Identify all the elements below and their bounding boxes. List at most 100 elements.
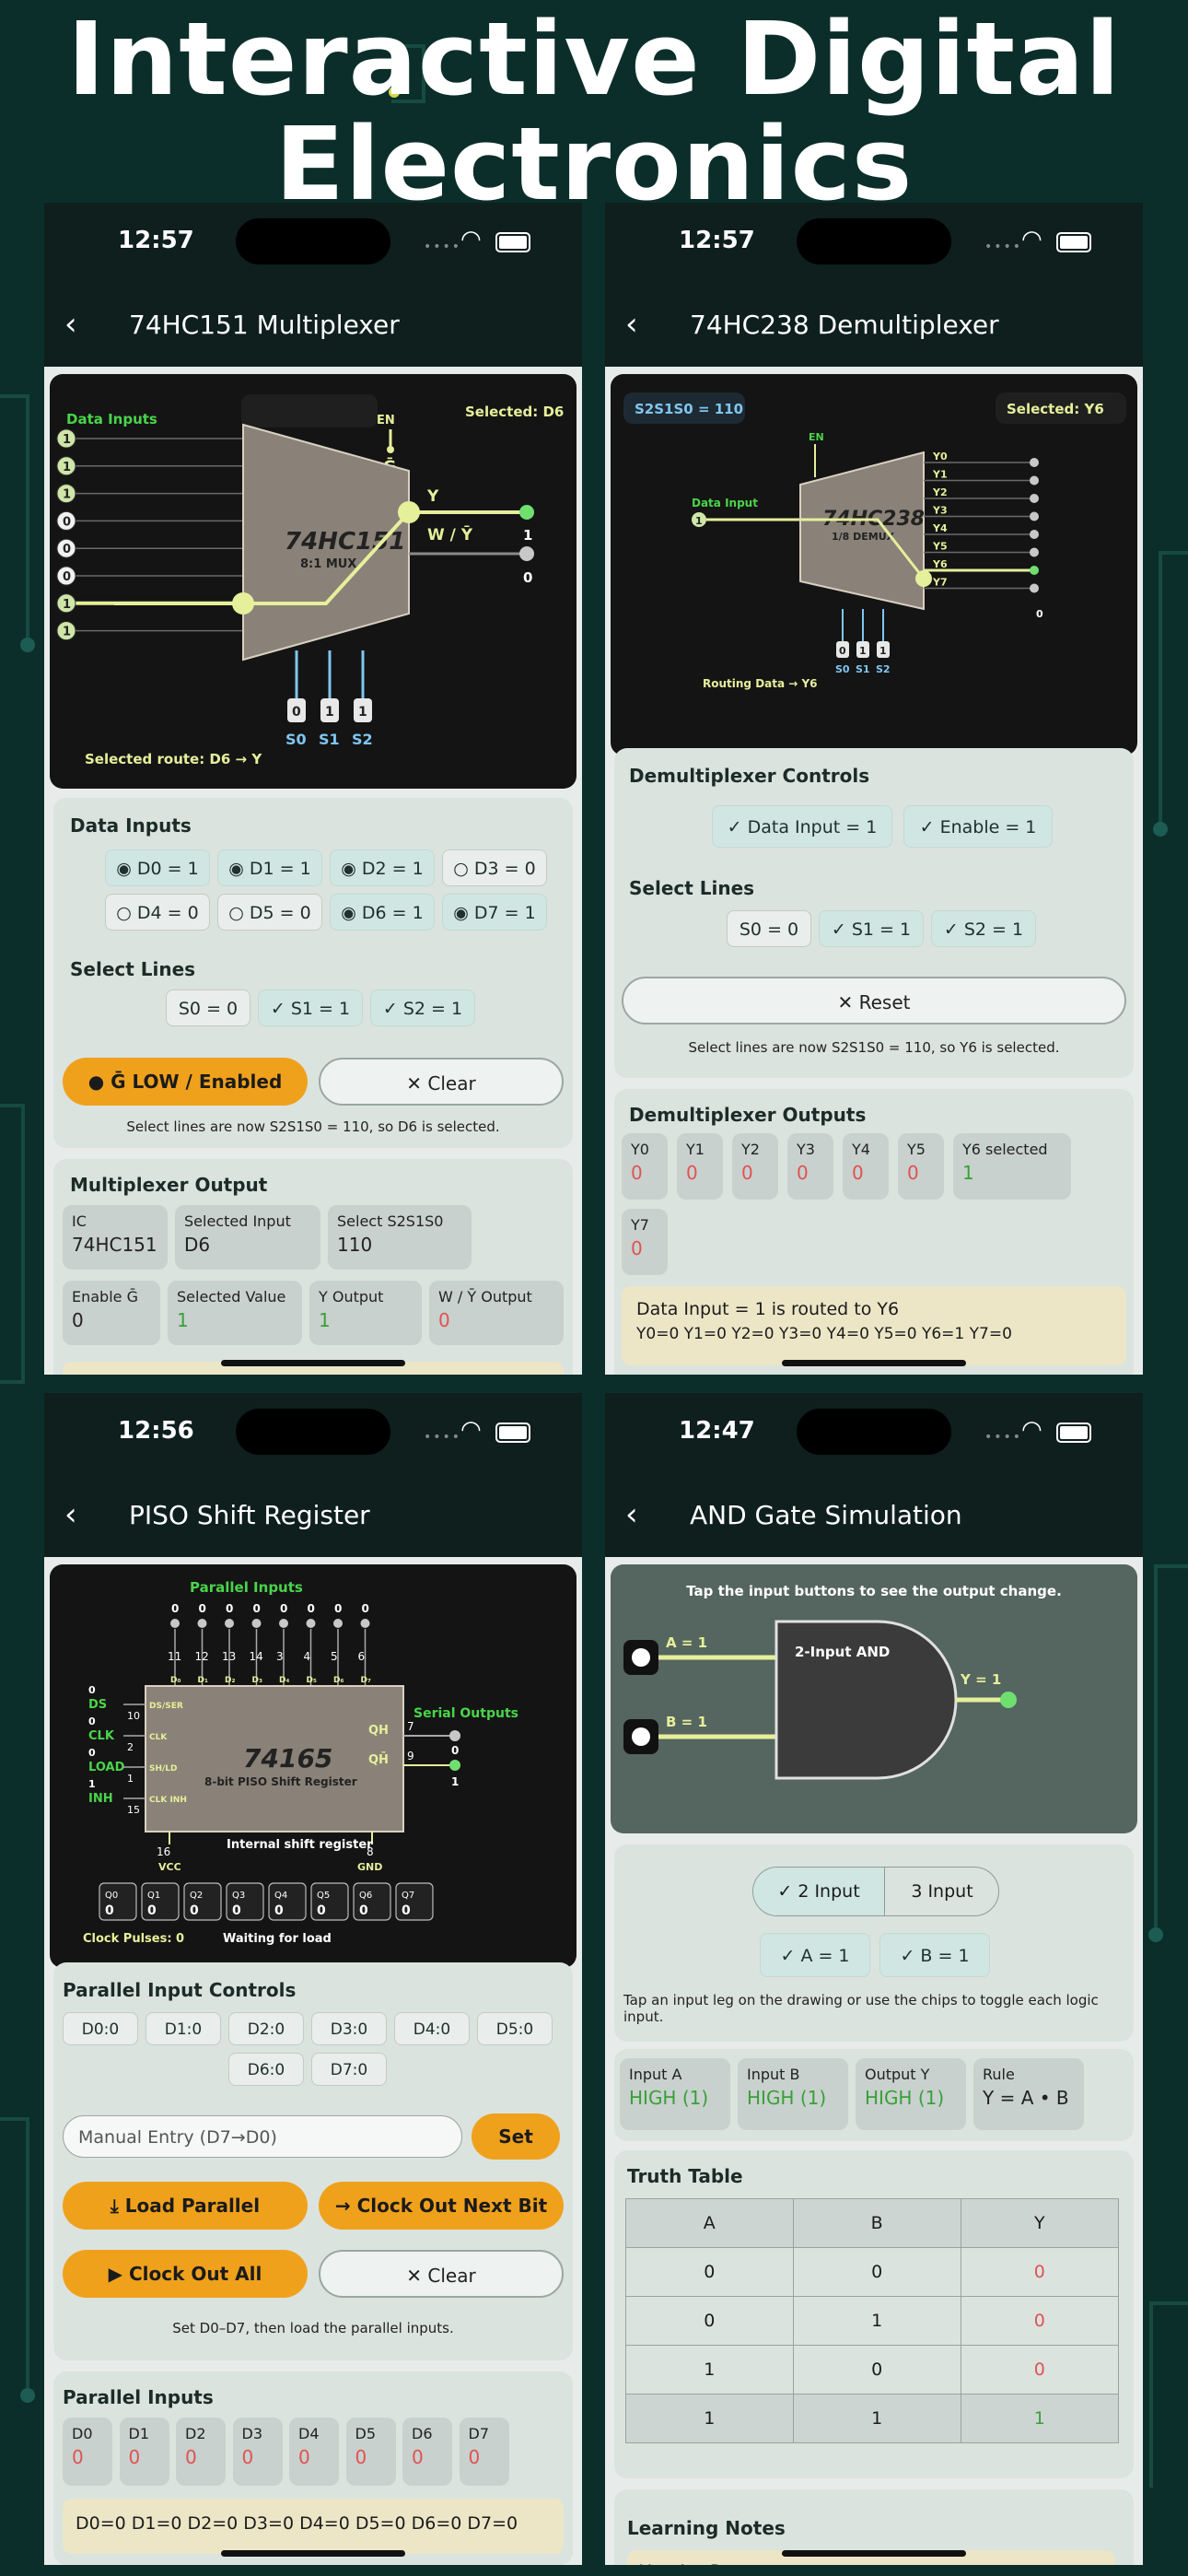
left-pin-name[interactable]: DS [88, 1698, 107, 1712]
output-label: Y1 [932, 469, 948, 481]
chip-a[interactable]: ✓ A = 1 [760, 1933, 870, 1977]
b-label: B = 1 [666, 1714, 707, 1730]
chip-d5[interactable]: ○ D5 = 0 [217, 894, 322, 931]
left-pin-name[interactable]: LOAD [88, 1761, 125, 1774]
enable-button[interactable]: ● Ḡ LOW / Enabled [63, 1058, 308, 1106]
chip-d1[interactable]: ◉ D1 = 1 [217, 849, 322, 886]
load-parallel-button[interactable]: ⤓ Load Parallel [63, 2182, 308, 2230]
chip-s0[interactable]: S0 = 0 [727, 910, 811, 947]
clock-next-button[interactable]: → Clock Out Next Bit [319, 2182, 564, 2230]
chip-d0[interactable]: ◉ D0 = 1 [105, 849, 210, 886]
left-pin-name[interactable]: CLK [88, 1729, 115, 1743]
chip-parallel-bit[interactable]: D1:0 [146, 2012, 221, 2045]
chip-parallel-bit[interactable]: D7:0 [311, 2053, 387, 2086]
parallel-led[interactable] [333, 1619, 343, 1628]
chip-sub: 8-bit PISO Shift Register [204, 1775, 357, 1788]
chip-d3[interactable]: ○ D3 = 0 [442, 849, 547, 886]
chip-data-input[interactable]: ✓ Data Input = 1 [712, 805, 892, 848]
back-chevron-icon[interactable]: ‹ [625, 1496, 638, 1533]
chip-s0[interactable]: S0 = 0 [166, 989, 250, 1026]
nav-bar: ‹ PISO Shift Register [44, 1476, 582, 1557]
set-button[interactable]: Set [472, 2113, 560, 2160]
table-row: 111 [625, 2394, 1120, 2443]
parallel-led[interactable] [360, 1619, 370, 1628]
chip-d4[interactable]: ○ D4 = 0 [105, 894, 210, 931]
chip-enable[interactable]: ✓ Enable = 1 [903, 805, 1053, 848]
clear-button[interactable]: ✕ Clear [319, 2250, 564, 2298]
parallel-led[interactable] [225, 1619, 234, 1628]
q-cell-value: 0 [147, 1903, 157, 1918]
table-cell: 1 [625, 2345, 794, 2395]
selected-badge: Selected: Y6 [1007, 401, 1104, 417]
chip-parallel-bit[interactable]: D5:0 [477, 2012, 553, 2045]
chip-s1[interactable]: ✓ S1 = 1 [258, 989, 363, 1026]
select-bit: 1 [325, 705, 334, 720]
chip-parallel-bit[interactable]: D0:0 [63, 2012, 138, 2045]
wifi-icon: ◠ [460, 1416, 482, 1444]
code-badge: S2S1S0 = 110 [635, 401, 743, 417]
chip-parallel-bit[interactable]: D4:0 [394, 2012, 470, 2045]
clear-button[interactable]: ✕ Clear [319, 1058, 564, 1106]
qh-value: 0 [451, 1744, 459, 1757]
summary-line-2: Y0=0 Y1=0 Y2=0 Y3=0 Y4=0 Y5=0 Y6=1 Y7=0 [636, 1325, 1012, 1343]
reset-button[interactable]: ✕ Reset [622, 977, 1126, 1025]
tile-select-code: Select S2S1S0 110 [328, 1205, 472, 1270]
w-value: 0 [523, 569, 532, 586]
select-label: S2 [352, 731, 373, 748]
pin-number: 5 [331, 1650, 338, 1663]
clock: 12:47 [679, 1417, 755, 1445]
seg-3-input[interactable]: 3 Input [884, 1868, 998, 1915]
and-gate-diagram: Tap the input buttons to see the output … [611, 1564, 1137, 1833]
chip-parallel-bit[interactable]: D2:0 [228, 2012, 304, 2045]
seg-2-input[interactable]: ✓ 2 Input [753, 1868, 885, 1915]
screen-title: 74HC238 Demultiplexer [690, 310, 999, 340]
screen-title: 74HC151 Multiplexer [129, 310, 400, 340]
tile-y6: Y6 selected 1 [953, 1133, 1071, 1200]
chip-b[interactable]: ✓ B = 1 [879, 1933, 990, 1977]
signal-icon: •••• [984, 240, 1023, 254]
tile-parallel-bit: D7 0 [459, 2418, 509, 2486]
back-chevron-icon[interactable]: ‹ [625, 306, 638, 343]
parallel-led[interactable] [197, 1619, 207, 1628]
parallel-led[interactable] [279, 1619, 288, 1628]
table-row: 010 [625, 2296, 1120, 2346]
select-bit: 0 [292, 705, 301, 720]
clock-pulses: Clock Pulses: 0 [83, 1932, 184, 1946]
check-icon: ◉ [453, 903, 469, 923]
chip-s2[interactable]: ✓ S2 = 1 [931, 910, 1036, 947]
manual-entry-input[interactable]: Manual Entry (D7→D0) [63, 2115, 462, 2158]
parallel-led[interactable] [251, 1619, 262, 1628]
demux-diagram: S2S1S0 = 110 Selected: Y6 EN Data Input … [611, 374, 1137, 755]
battery-icon [495, 1423, 530, 1443]
input-bit: 0 [63, 515, 71, 529]
pin-number: 11 [168, 1650, 181, 1663]
close-icon: ✕ [837, 991, 854, 1013]
parallel-led[interactable] [306, 1619, 316, 1628]
parallel-inputs-label: Parallel Inputs [190, 1579, 303, 1596]
back-chevron-icon[interactable]: ‹ [64, 1496, 77, 1533]
chip-parallel-bit[interactable]: D3:0 [311, 2012, 387, 2045]
chip-parallel-bit[interactable]: D6:0 [228, 2053, 304, 2086]
controls-title: Parallel Input Controls [63, 1979, 297, 2001]
left-pin-name[interactable]: INH [88, 1792, 113, 1806]
status-bar: 12:56 •••• ◠ [44, 1393, 582, 1476]
home-indicator [221, 1360, 405, 1366]
tile-w-output: W / Ȳ Output 0 [429, 1281, 564, 1345]
pin-name: D₂ [225, 1676, 235, 1685]
chip-d7[interactable]: ◉ D7 = 1 [442, 894, 547, 931]
parallel-bit: 0 [280, 1602, 287, 1615]
dynamic-island [236, 218, 390, 264]
parallel-summary: D0=0 D1=0 D2=0 D3=0 D4=0 D5=0 D6=0 D7=0 [63, 2499, 564, 2554]
route-text: Routing Data → Y6 [703, 677, 818, 690]
output-led [1030, 494, 1039, 503]
clock-all-button[interactable]: ▶ Clock Out All [63, 2250, 308, 2298]
chip-d2[interactable]: ◉ D2 = 1 [330, 849, 435, 886]
input-bit: 1 [63, 461, 71, 474]
tile-y4: Y4 0 [843, 1133, 889, 1200]
chip-d6[interactable]: ◉ D6 = 1 [330, 894, 435, 931]
chip-s2[interactable]: ✓ S2 = 1 [370, 989, 475, 1026]
chip-s1[interactable]: ✓ S1 = 1 [819, 910, 924, 947]
parallel-led[interactable] [170, 1619, 180, 1628]
piso-diagram: Parallel Inputs 0 11 D₀ 0 12 D₁ 0 13 D₂ 0 14 D₃ 0 3 D₄… [50, 1564, 577, 1968]
back-chevron-icon[interactable]: ‹ [64, 306, 77, 343]
